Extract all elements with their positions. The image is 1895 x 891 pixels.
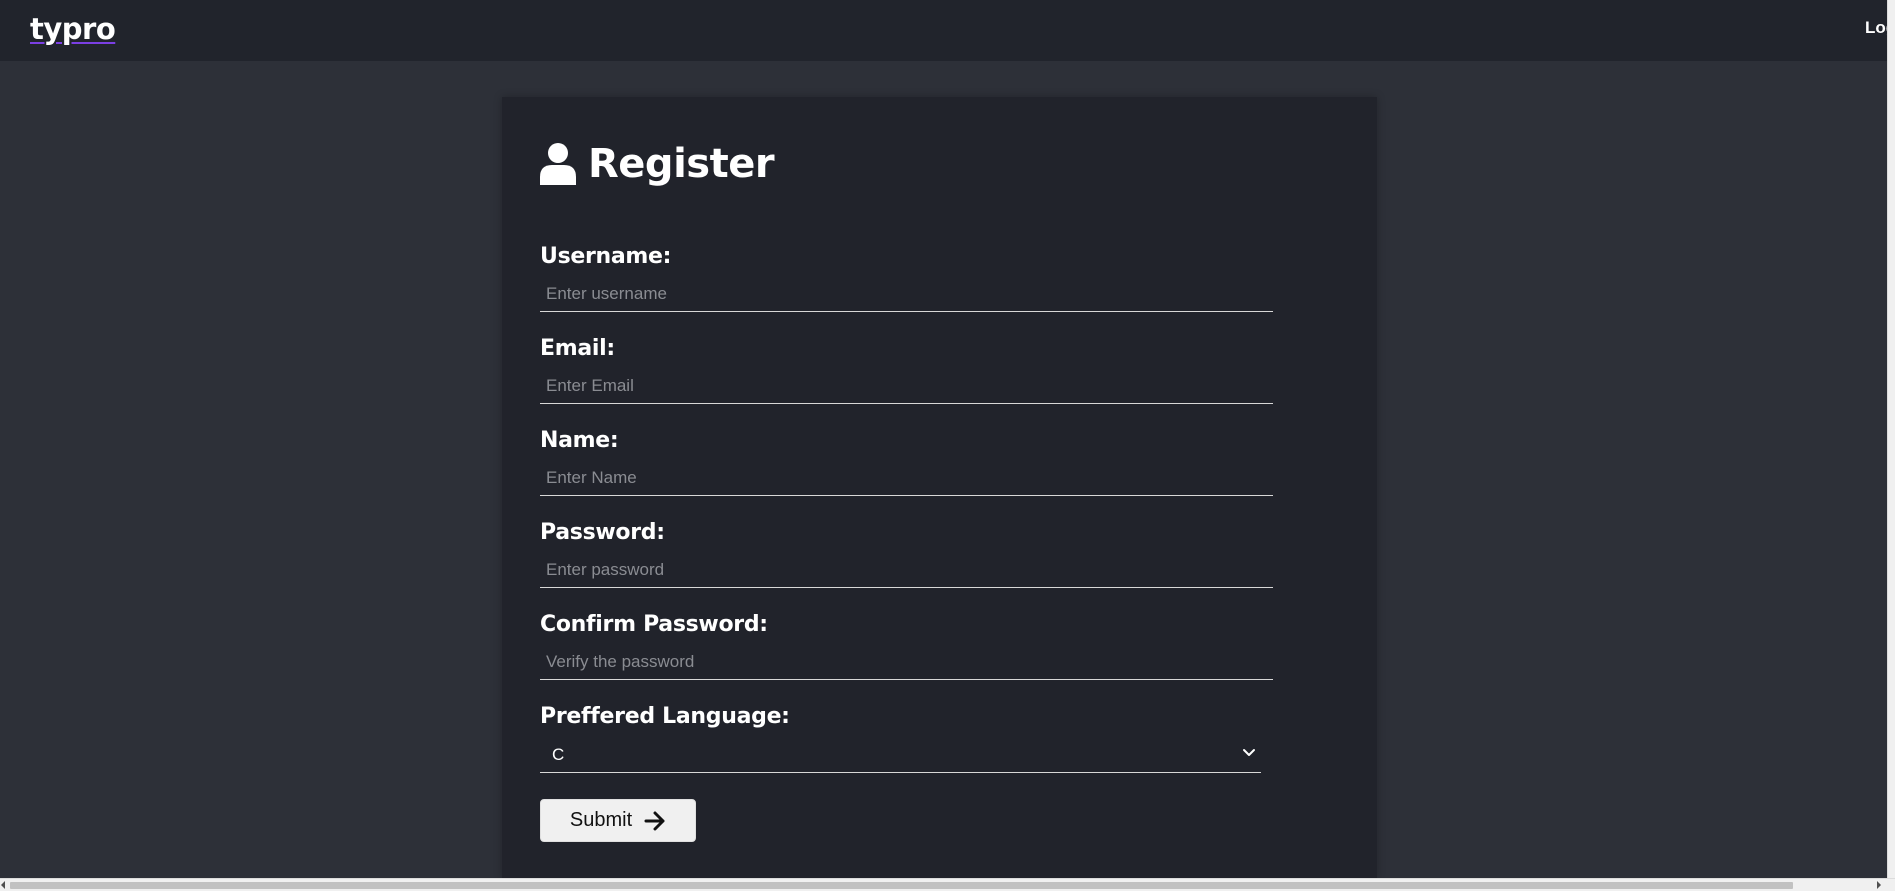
arrow-right-icon xyxy=(644,811,665,830)
app-logo[interactable]: typro xyxy=(30,12,116,46)
language-field: Preffered Language: C xyxy=(540,702,1273,773)
form-title-text: Register xyxy=(588,141,775,187)
confirm-password-input[interactable] xyxy=(540,644,1273,680)
email-input[interactable] xyxy=(540,368,1273,404)
password-input[interactable] xyxy=(540,552,1273,588)
name-field: Name: xyxy=(540,426,1273,496)
name-input[interactable] xyxy=(540,460,1273,496)
confirm-password-label: Confirm Password: xyxy=(540,612,768,637)
horizontal-scrollbar[interactable] xyxy=(0,878,1895,891)
username-input[interactable] xyxy=(540,276,1273,312)
email-field: Email: xyxy=(540,334,1273,404)
confirm-password-field: Confirm Password: xyxy=(540,610,1273,680)
register-card: Register Username: Email: Name: Password… xyxy=(502,97,1377,878)
scroll-right-icon[interactable] xyxy=(1877,881,1881,889)
user-icon xyxy=(540,143,576,185)
chevron-down-icon xyxy=(1243,749,1255,756)
language-label: Preffered Language: xyxy=(540,704,790,729)
top-navbar: typro Log xyxy=(0,0,1895,61)
username-label: Username: xyxy=(540,244,672,269)
email-label: Email: xyxy=(540,336,615,361)
language-select[interactable]: C xyxy=(540,736,1261,773)
username-field: Username: xyxy=(540,242,1273,312)
submit-button[interactable]: Submit xyxy=(540,799,696,842)
vertical-scrollbar[interactable] xyxy=(1887,0,1895,878)
name-label: Name: xyxy=(540,428,619,453)
language-selected-value: C xyxy=(552,745,565,764)
form-title: Register xyxy=(540,139,775,189)
submit-button-label: Submit xyxy=(569,809,633,831)
password-field: Password: xyxy=(540,518,1273,588)
password-label: Password: xyxy=(540,520,665,545)
horizontal-scrollbar-thumb[interactable] xyxy=(10,882,1793,889)
scroll-left-icon[interactable] xyxy=(1,881,5,889)
